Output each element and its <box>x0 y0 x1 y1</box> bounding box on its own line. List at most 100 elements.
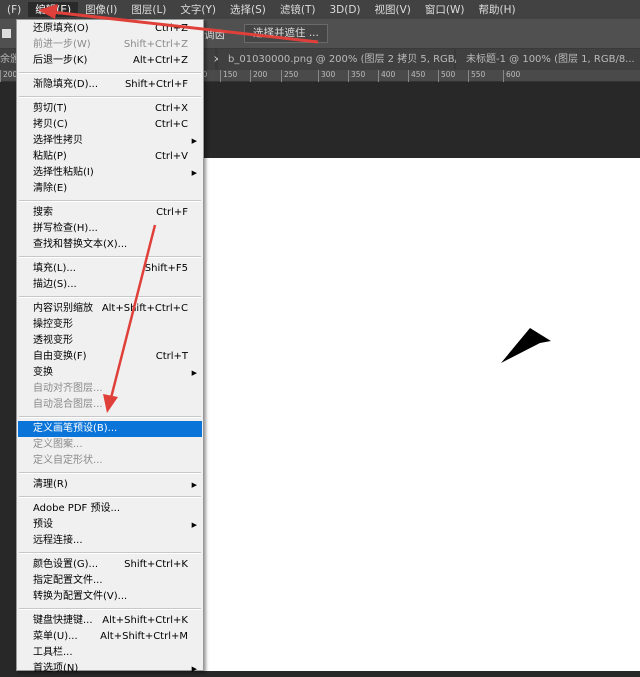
menu-item-label: 菜单(U)... <box>33 631 78 642</box>
menu-item-label: 自动对齐图层... <box>33 383 103 394</box>
menubar-item[interactable]: 3D(D) <box>322 4 367 16</box>
menu-item[interactable]: 透视变形 <box>18 333 202 349</box>
menu-item[interactable]: 菜单(U)... Alt+Shift+Ctrl+M <box>18 629 202 645</box>
menu-item[interactable]: 粘贴(P) Ctrl+V <box>18 149 202 165</box>
menu-item[interactable]: 还原填充(O) Ctrl+Z <box>18 21 202 37</box>
menu-separator <box>19 608 201 610</box>
menu-separator <box>19 256 201 258</box>
menubar-item[interactable]: 编辑(E) <box>28 2 79 17</box>
menu-item-label: 首选项(N) <box>33 663 79 674</box>
menu-item-label: 清理(R) <box>33 479 68 490</box>
menu-item[interactable]: 指定配置文件... <box>18 573 202 589</box>
menu-item-label: 粘贴(P) <box>33 151 67 162</box>
menu-item-shortcut: Alt+Shift+Ctrl+M <box>100 631 188 642</box>
menu-item-label: 拷贝(C) <box>33 119 68 130</box>
menu-item: 前进一步(W) Shift+Ctrl+Z <box>18 37 202 53</box>
menu-item[interactable]: 描边(S)... <box>18 277 202 293</box>
menu-item[interactable]: 定义画笔预设(B)... <box>18 421 202 437</box>
menu-item[interactable]: 变换 ▶ <box>18 365 202 381</box>
menubar-item[interactable]: 文字(Y) <box>173 2 223 17</box>
menu-item[interactable]: 清理(R) ▶ <box>18 477 202 493</box>
menubar-item[interactable]: 视图(V) <box>368 2 418 17</box>
submenu-arrow-icon: ▶ <box>191 665 197 673</box>
menu-item-label: 自由变换(F) <box>33 351 87 362</box>
menu-item[interactable]: 查找和替换文本(X)... <box>18 237 202 253</box>
ruler-tick-label: 400 <box>378 70 395 82</box>
menu-separator <box>19 296 201 298</box>
submenu-arrow-icon: ▶ <box>191 169 197 177</box>
menu-item[interactable]: 远程连接... <box>18 533 202 549</box>
menu-item: 自动混合图层... <box>18 397 202 413</box>
menu-item-label: 颜色设置(G)... <box>33 559 99 570</box>
menu-bar: (F) 编辑(E) 图像(I) 图层(L) 文字(Y) 选择(S) 滤镜(T) 3D(D) 视图… <box>0 0 640 19</box>
menu-item-shortcut: Ctrl+X <box>154 103 188 114</box>
menu-item[interactable]: 颜色设置(G)... Shift+Ctrl+K <box>18 557 202 573</box>
menubar-item[interactable]: 图像(I) <box>78 2 124 17</box>
menu-separator <box>19 416 201 418</box>
menu-item[interactable]: 工具栏... <box>18 645 202 661</box>
menu-item-shortcut: Ctrl+F <box>156 207 188 218</box>
menubar-item[interactable]: 帮助(H) <box>472 2 523 17</box>
menu-item[interactable]: 拼写检查(H)... <box>18 221 202 237</box>
menu-item[interactable]: 填充(L)... Shift+F5 <box>18 261 202 277</box>
ruler-tick-label: 300 <box>318 70 335 82</box>
menu-item-shortcut: Shift+F5 <box>144 263 188 274</box>
menu-item[interactable]: 剪切(T) Ctrl+X <box>18 101 202 117</box>
menu-item-shortcut: Shift+Ctrl+Z <box>123 39 188 50</box>
menu-item[interactable]: Adobe PDF 预设... <box>18 501 202 517</box>
menu-item-label: 工具栏... <box>33 647 73 658</box>
tab-document-2[interactable]: b_01030000.png @ 200% (图层 2 拷贝 5, RGB/8.… <box>218 49 490 70</box>
menu-item[interactable]: 渐隐填充(D)... Shift+Ctrl+F <box>18 77 202 93</box>
menu-item[interactable]: 后退一步(K) Alt+Ctrl+Z <box>18 53 202 69</box>
menu-item[interactable]: 搜索 Ctrl+F <box>18 205 202 221</box>
menu-item[interactable]: 操控变形 <box>18 317 202 333</box>
menu-item-label: 透视变形 <box>33 335 73 346</box>
submenu-arrow-icon: ▶ <box>191 481 197 489</box>
menu-item[interactable]: 预设 ▶ <box>18 517 202 533</box>
menu-item-label: 内容识别缩放 <box>33 303 93 314</box>
option-label: 调齿 <box>204 29 225 41</box>
menubar-item[interactable]: 滤镜(T) <box>273 2 323 17</box>
menu-item[interactable]: 自由变换(F) Ctrl+T <box>18 349 202 365</box>
ruler-tick-label: 550 <box>468 70 485 82</box>
menu-item-label: 指定配置文件... <box>33 575 103 586</box>
ruler-tick-label: 450 <box>408 70 425 82</box>
menubar-item[interactable]: 选择(S) <box>223 2 273 17</box>
menu-item-shortcut: Alt+Ctrl+Z <box>133 55 188 66</box>
submenu-arrow-icon: ▶ <box>191 369 197 377</box>
menu-item[interactable]: 选择性粘贴(I) ▶ <box>18 165 202 181</box>
menu-item-label: 渐隐填充(D)... <box>33 79 99 90</box>
menubar-item[interactable]: (F) <box>0 4 28 16</box>
menu-separator <box>19 496 201 498</box>
menu-separator <box>19 552 201 554</box>
menu-item-label: 选择性拷贝 <box>33 135 83 146</box>
menu-item[interactable]: 内容识别缩放 Alt+Shift+Ctrl+C <box>18 301 202 317</box>
select-and-mask-button[interactable]: 选择并遮住 ... <box>244 24 328 43</box>
menu-item-shortcut: Alt+Shift+Ctrl+C <box>101 303 188 314</box>
menu-item[interactable]: 首选项(N) ▶ <box>18 661 202 677</box>
menu-item-label: 清除(E) <box>33 183 68 194</box>
menu-item-label: 后退一步(K) <box>33 55 88 66</box>
ruler-tick-label: 250 <box>281 70 298 82</box>
menubar-item[interactable]: 窗口(W) <box>418 2 472 17</box>
menu-item-label: 变换 <box>33 367 53 378</box>
menu-item[interactable]: 选择性拷贝 ▶ <box>18 133 202 149</box>
menu-item[interactable]: 键盘快捷键... Alt+Shift+Ctrl+K <box>18 613 202 629</box>
menu-item-label: 预设 <box>33 519 53 530</box>
tab-document-3[interactable]: 未标题-1 @ 100% (图层 1, RGB/8...× <box>456 49 640 70</box>
menu-item-label: 定义自定形状... <box>33 455 103 466</box>
menu-item-label: 剪切(T) <box>33 103 67 114</box>
submenu-arrow-icon: ▶ <box>191 521 197 529</box>
menu-item-shortcut: Ctrl+Z <box>154 23 188 34</box>
menu-item-label: 自动混合图层... <box>33 399 103 410</box>
menu-item-label: 定义画笔预设(B)... <box>33 423 118 434</box>
menu-item[interactable]: 转换为配置文件(V)... <box>18 589 202 605</box>
menu-item[interactable]: 清除(E) <box>18 181 202 197</box>
edit-menu-dropdown: 还原填充(O) Ctrl+Z 前进一步(W) Shift+Ctrl+Z 后退一步(K) A… <box>16 19 204 674</box>
menubar-item[interactable]: 图层(L) <box>124 2 173 17</box>
menu-item-label: 定义图案... <box>33 439 83 450</box>
menu-item: 定义自定形状... <box>18 453 202 469</box>
menu-item[interactable]: 拷贝(C) Ctrl+C <box>18 117 202 133</box>
checkbox[interactable] <box>2 29 11 38</box>
menu-separator <box>19 200 201 202</box>
